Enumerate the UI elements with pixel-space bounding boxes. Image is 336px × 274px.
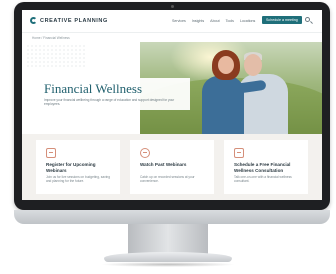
dot-pattern (26, 44, 86, 68)
hero-subtitle: Improve your financial wellbeing through… (44, 98, 175, 107)
nav-item-insights[interactable]: Insights (192, 19, 204, 23)
calendar-icon (46, 148, 56, 158)
brand-logo[interactable]: CREATIVE PLANNING (30, 17, 108, 24)
card-title: Schedule a Free Financial Wellness Consu… (234, 162, 291, 173)
nav-item-tools[interactable]: Tools (226, 19, 234, 23)
card-description: Catch up on recorded sessions at your co… (140, 175, 195, 184)
card-description: Talk one-on-one with a financial wellnes… (234, 175, 292, 184)
people-icon (234, 148, 244, 158)
nav-item-about[interactable]: About (210, 19, 219, 23)
card-title: Watch Past Webinars (140, 162, 187, 167)
card-free-consultation[interactable]: Schedule a Free Financial Wellness Consu… (224, 140, 308, 194)
logo-icon (30, 17, 37, 24)
hero-section: Financial Wellness Improve your financia… (22, 42, 322, 134)
schedule-meeting-button[interactable]: Schedule a meeting (262, 16, 302, 24)
nav-item-services[interactable]: Services (172, 19, 186, 23)
webcam (171, 5, 174, 8)
brand-name: CREATIVE PLANNING (40, 17, 108, 24)
monitor-chin (14, 210, 330, 224)
breadcrumb[interactable]: Home / Financial Wellness (32, 36, 70, 40)
screen: CREATIVE PLANNING Services Insights Abou… (22, 10, 322, 200)
hero-title-card: Financial Wellness Improve your financia… (36, 78, 190, 110)
monitor-base (104, 252, 232, 262)
main-nav: Services Insights About Tools Locations (172, 19, 255, 23)
card-title: Register for Upcoming Webinars (46, 162, 96, 173)
woman-face (218, 56, 234, 74)
play-icon (140, 148, 150, 158)
search-icon[interactable] (305, 17, 310, 22)
monitor-stand (128, 224, 208, 254)
card-description: Join us for live sessions on budgeting, … (46, 175, 110, 184)
site-header: CREATIVE PLANNING Services Insights Abou… (22, 10, 322, 33)
card-past-webinars[interactable]: Watch Past Webinars Catch up on recorded… (130, 140, 214, 194)
base-shadow (100, 262, 236, 267)
nav-item-locations[interactable]: Locations (240, 19, 255, 23)
page-title: Financial Wellness (44, 81, 143, 96)
man-head (244, 54, 262, 76)
card-upcoming-webinars[interactable]: Register for Upcoming Webinars Join us f… (36, 140, 120, 194)
